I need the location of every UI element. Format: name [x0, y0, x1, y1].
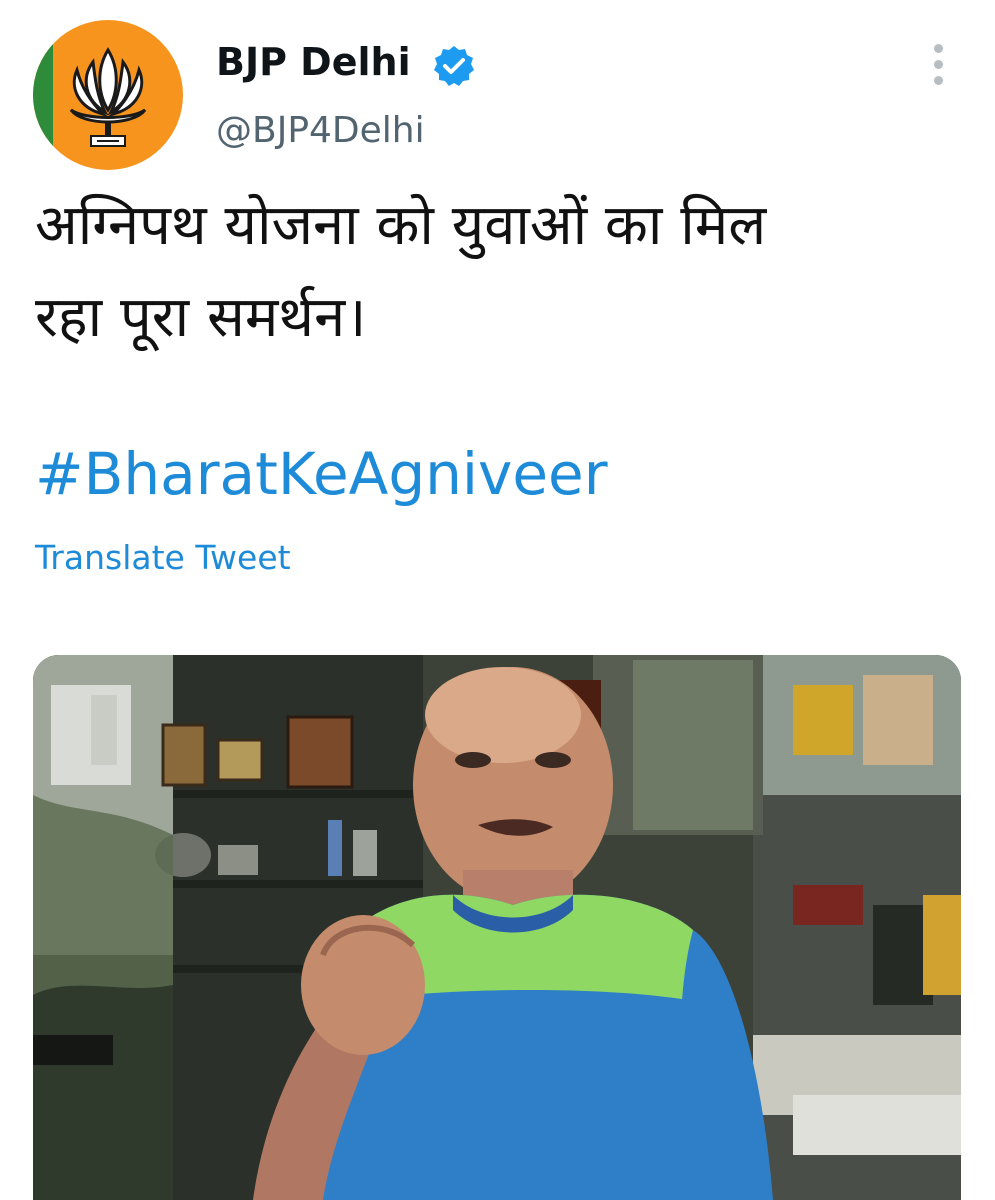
tweet-card[interactable]: BJP Delhi @BJP4Delhi अग्निपथ योजना को यु… — [0, 0, 995, 1200]
man-in-shop-photo — [33, 655, 961, 1200]
menu-dot — [934, 44, 943, 53]
handle[interactable]: @BJP4Delhi — [216, 110, 425, 151]
tweet-media-video[interactable] — [33, 655, 961, 1200]
tweet-text-line: रहा पूरा समर्थन। — [35, 285, 367, 350]
avatar[interactable] — [33, 20, 183, 170]
tweet-text: अग्निपथ योजना को युवाओं का मिल रहा पूरा … — [35, 180, 935, 364]
hashtag-link[interactable]: #BharatKeAgniveer — [35, 440, 608, 508]
verified-badge-icon — [434, 46, 474, 86]
display-name[interactable]: BJP Delhi — [216, 40, 411, 84]
tweet-text-line: अग्निपथ योजना को युवाओं का मिल — [35, 193, 767, 258]
menu-dot — [934, 76, 943, 85]
translate-tweet-link[interactable]: Translate Tweet — [35, 538, 291, 577]
more-vertical-icon[interactable] — [920, 40, 956, 90]
lotus-logo-icon — [69, 47, 147, 147]
menu-dot — [934, 60, 943, 69]
